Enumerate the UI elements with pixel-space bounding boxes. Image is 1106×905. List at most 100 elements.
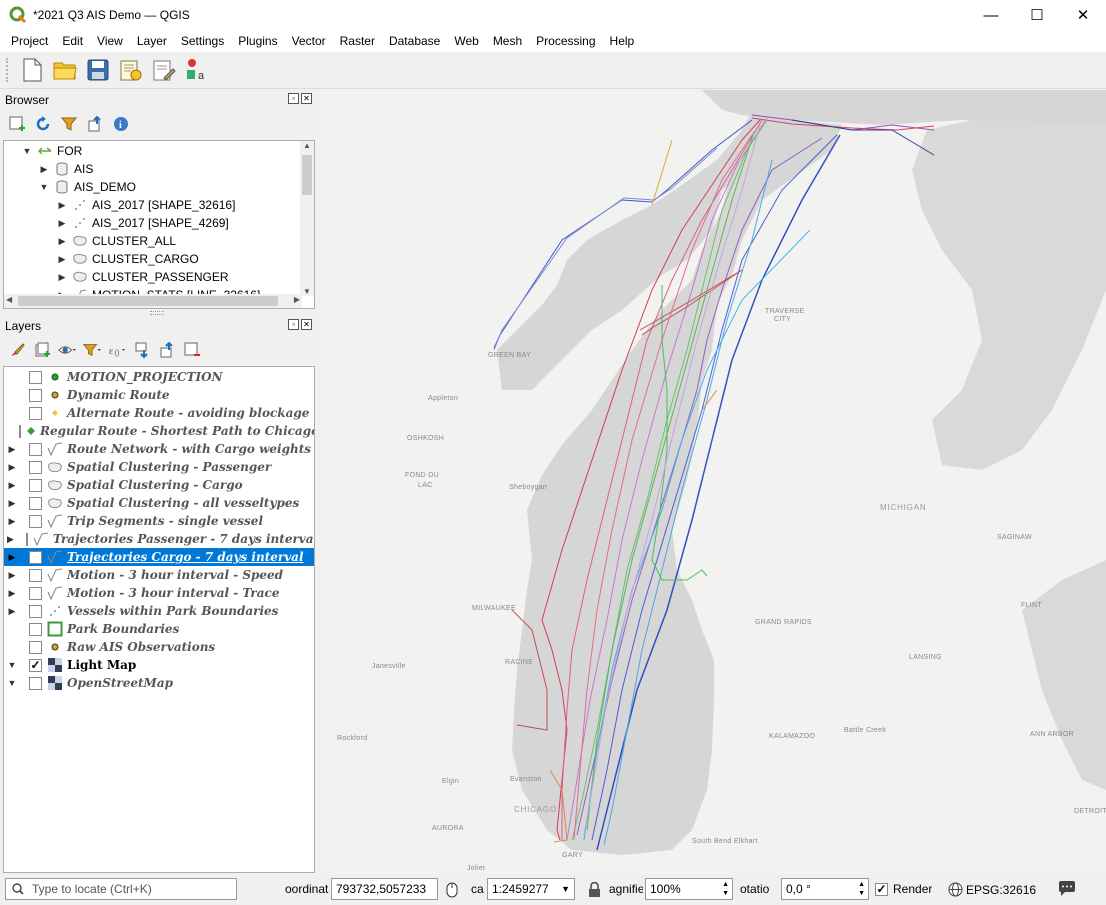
layer-visibility-checkbox[interactable] [29,586,42,600]
layer-visibility-checkbox[interactable] [29,442,42,456]
layer-visibility-checkbox[interactable] [29,568,42,582]
layer-visibility-checkbox[interactable] [29,640,42,654]
layer-row[interactable]: ▶ Spatial Clustering - Cargo [4,476,314,494]
layer-row[interactable]: Dynamic Route [4,386,314,404]
collapse-all-layers-button[interactable] [158,341,176,359]
toolbar-grip[interactable] [6,58,10,82]
layer-visibility-checkbox[interactable] [29,496,42,510]
layer-row[interactable]: Alternate Route - avoiding blockage [4,404,314,422]
expand-arrow-icon[interactable]: ▶ [7,606,17,617]
menu-processing[interactable]: Processing [529,34,602,48]
remove-layer-button[interactable] [183,341,201,359]
layer-visibility-checkbox[interactable] [25,532,28,546]
expand-arrow-icon[interactable]: ▶ [57,254,67,265]
layer-visibility-checkbox[interactable] [29,478,42,492]
menu-plugins[interactable]: Plugins [231,34,284,48]
style-manager-button[interactable]: a [183,56,211,84]
save-project-button[interactable] [84,56,112,84]
expand-all-button[interactable] [133,341,151,359]
layer-visibility-checkbox[interactable] [29,604,42,618]
rotation-spinbox[interactable]: 0,0 ° ▲ ▼ [781,878,869,900]
browser-item[interactable]: ▶ CLUSTER_CARGO [4,250,199,268]
render-checkbox[interactable]: ✓ [875,883,888,896]
coordinate-field[interactable]: 793732,5057233 [331,878,438,900]
layer-visibility-checkbox[interactable]: ✓ [29,550,42,564]
layer-row[interactable]: ▶ ✓ Trajectories Cargo - 7 days interval [4,548,314,566]
collapse-all-button[interactable] [86,115,104,133]
messages-button[interactable] [1058,881,1076,900]
expand-arrow-icon[interactable]: ▼ [7,678,17,688]
layers-close-button[interactable]: ✕ [301,319,312,330]
menu-edit[interactable]: Edit [55,34,90,48]
layer-row[interactable]: Raw AIS Observations [4,638,314,656]
style-layer-button[interactable] [8,341,26,359]
close-button[interactable]: ✕ [1060,0,1106,30]
filter-legend-button[interactable] [83,341,101,359]
menu-web[interactable]: Web [447,34,485,48]
expand-arrow-icon[interactable]: ▶ [7,588,17,599]
layer-visibility-checkbox[interactable]: ✓ [29,658,42,672]
menu-database[interactable]: Database [382,34,447,48]
browser-item[interactable]: ▶ AIS_2017 [SHAPE_32616] [4,196,236,214]
layer-row[interactable]: ▼ OpenStreetMap [4,674,314,692]
collapse-arrow-icon[interactable]: ▼ [39,182,49,192]
browser-item[interactable]: ▶ AIS [4,160,94,178]
menu-help[interactable]: Help [603,34,642,48]
layer-row[interactable]: ▶ Motion - 3 hour interval - Trace [4,584,314,602]
layer-row[interactable]: ▶ Route Network - with Cargo weights [4,440,314,458]
panel-splitter-handle[interactable] [150,311,164,315]
layer-row[interactable]: ▶ Trajectories Passenger - 7 days interva… [4,530,314,548]
expand-arrow-icon[interactable]: ▶ [57,200,67,211]
crs-button[interactable]: EPSG:32616 [948,882,1036,897]
browser-item[interactable]: ▶ AIS_2017 [SHAPE_4269] [4,214,229,232]
expand-arrow-icon[interactable]: ▶ [57,272,67,283]
layer-visibility-checkbox[interactable] [29,406,42,420]
layer-row[interactable]: ▶ Spatial Clustering - all vesseltypes [4,494,314,512]
expand-arrow-icon[interactable]: ▶ [7,480,17,491]
layer-row[interactable]: ▶ Vessels within Park Boundaries [4,602,314,620]
scale-combobox[interactable]: 1:2459277 ▼ [487,878,575,900]
layer-row[interactable]: ▶ Spatial Clustering - Passenger [4,458,314,476]
minimize-button[interactable]: — [968,0,1014,30]
maximize-button[interactable]: ☐ [1014,0,1060,30]
menu-raster[interactable]: Raster [333,34,382,48]
locator-field[interactable]: Type to locate (Ctrl+K) [5,878,237,900]
layers-float-button[interactable]: ▫ [288,319,299,330]
expand-arrow-icon[interactable]: ▶ [7,462,17,473]
properties-button[interactable]: i [112,115,130,133]
menu-view[interactable]: View [90,34,130,48]
expand-arrow-icon[interactable]: ▶ [7,534,14,545]
refresh-button[interactable] [34,115,52,133]
new-print-layout-button[interactable] [117,56,145,84]
menu-project[interactable]: Project [4,34,55,48]
expand-arrow-icon[interactable]: ▶ [57,236,67,247]
layer-visibility-checkbox[interactable] [29,388,42,402]
browser-close-button[interactable]: ✕ [301,93,312,104]
magnifier-spinbox[interactable]: 100% ▲ ▼ [645,878,733,900]
browser-item[interactable]: ▶ CLUSTER_ALL [4,232,177,250]
browser-horizontal-scrollbar[interactable]: ◀ ▶ [4,294,302,308]
menu-mesh[interactable]: Mesh [486,34,529,48]
add-group-button[interactable] [33,341,51,359]
menu-settings[interactable]: Settings [174,34,231,48]
layer-row[interactable]: MOTION_PROJECTION [4,368,314,386]
menu-layer[interactable]: Layer [130,34,174,48]
expand-arrow-icon[interactable]: ▶ [39,164,49,175]
filter-browser-button[interactable] [60,115,78,133]
add-selected-layers-button[interactable] [8,115,26,133]
map-canvas[interactable]: GREEN BAY Appleton OSHKOSH FOND DU LAC Sheboy… [322,90,1106,874]
layout-manager-button[interactable] [150,56,178,84]
layer-visibility-checkbox[interactable] [29,370,42,384]
expand-arrow-icon[interactable]: ▶ [7,444,17,455]
layer-visibility-checkbox[interactable] [29,676,42,690]
browser-item[interactable]: ▼ FOR [4,142,83,160]
toggle-extents-button[interactable] [444,882,460,901]
lock-scale-button[interactable] [588,881,601,901]
layer-visibility-checkbox[interactable] [29,514,42,528]
collapse-arrow-icon[interactable]: ▼ [22,146,32,156]
browser-vertical-scrollbar[interactable]: ▲ ▼ [300,141,314,296]
layer-visibility-checkbox[interactable] [29,622,42,636]
open-project-button[interactable] [51,56,79,84]
filter-by-expression-button[interactable]: ε() [108,341,126,359]
expand-arrow-icon[interactable]: ▶ [7,552,17,563]
